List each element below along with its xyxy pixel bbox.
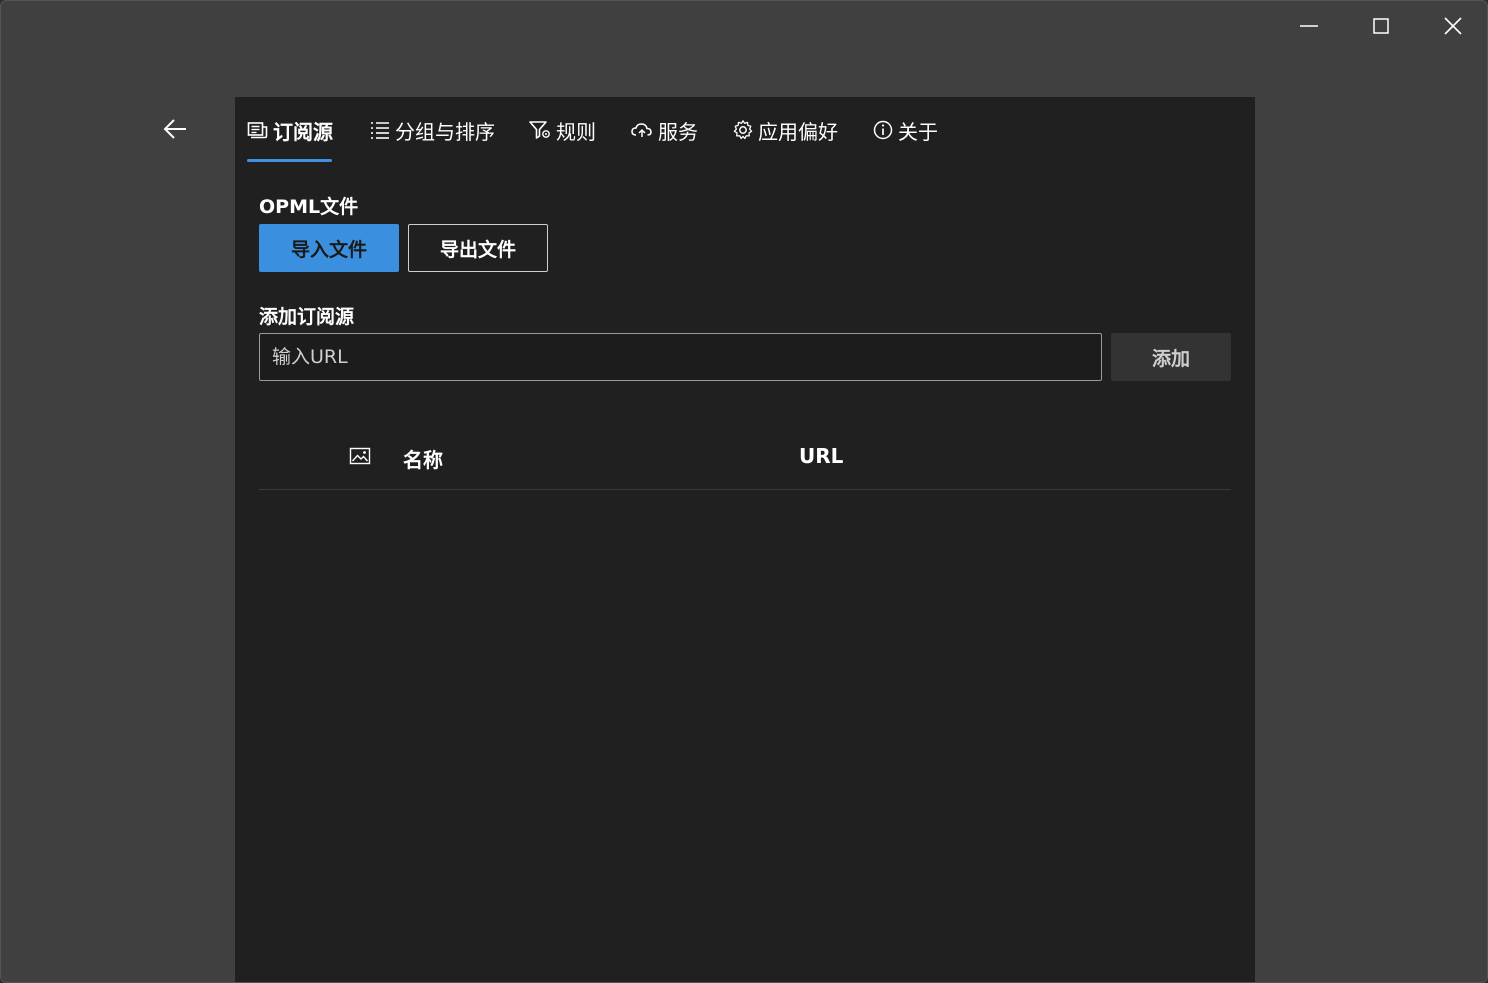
settings-tabs: 订阅源 分组与排序 规则 服务 应用偏好 关于 <box>235 97 1255 163</box>
export-file-button[interactable]: 导出文件 <box>408 224 548 272</box>
close-icon <box>1444 17 1462 35</box>
tab-about[interactable]: 关于 <box>872 115 938 145</box>
name-column-header[interactable]: 名称 <box>403 444 443 473</box>
active-tab-indicator <box>247 159 332 162</box>
tab-label: 应用偏好 <box>758 119 838 144</box>
feed-icon <box>247 122 268 139</box>
back-button[interactable] <box>153 111 197 147</box>
tab-sources[interactable]: 订阅源 <box>247 115 333 145</box>
close-button[interactable] <box>1431 9 1475 43</box>
app-window: 订阅源 分组与排序 规则 服务 应用偏好 关于 OPML文件 导入文件 导出文件… <box>0 0 1488 983</box>
add-source-label: 添加订阅源 <box>259 306 355 328</box>
sources-table-header: 名称 URL <box>259 431 1231 490</box>
tab-app-preferences[interactable]: 应用偏好 <box>732 115 838 145</box>
tab-groups-sorting[interactable]: 分组与排序 <box>369 115 495 145</box>
info-icon <box>873 120 893 140</box>
maximize-icon <box>1373 18 1389 34</box>
list-icon <box>371 122 389 139</box>
tab-rules[interactable]: 规则 <box>528 115 596 145</box>
import-file-button[interactable]: 导入文件 <box>259 224 399 272</box>
cloud-sync-icon <box>631 123 652 137</box>
tab-label: 规则 <box>556 119 596 144</box>
tab-services[interactable]: 服务 <box>630 115 698 145</box>
add-button[interactable]: 添加 <box>1111 333 1231 381</box>
minimize-button[interactable] <box>1287 9 1331 43</box>
url-input[interactable] <box>259 333 1102 381</box>
gear-icon <box>733 120 753 140</box>
icon-column-header <box>349 447 371 469</box>
minimize-icon <box>1300 25 1318 27</box>
filter-icon <box>529 121 550 139</box>
image-icon <box>349 447 371 465</box>
settings-panel: 订阅源 分组与排序 规则 服务 应用偏好 关于 OPML文件 导入文件 导出文件… <box>235 97 1255 982</box>
tab-label: 订阅源 <box>273 119 333 144</box>
opml-section-label: OPML文件 <box>259 196 359 218</box>
tab-label: 分组与排序 <box>395 119 495 144</box>
url-column-header[interactable]: URL <box>799 444 843 468</box>
arrow-left-icon <box>163 119 186 139</box>
tab-label: 关于 <box>898 119 938 144</box>
maximize-button[interactable] <box>1359 9 1403 43</box>
tab-label: 服务 <box>658 119 698 144</box>
